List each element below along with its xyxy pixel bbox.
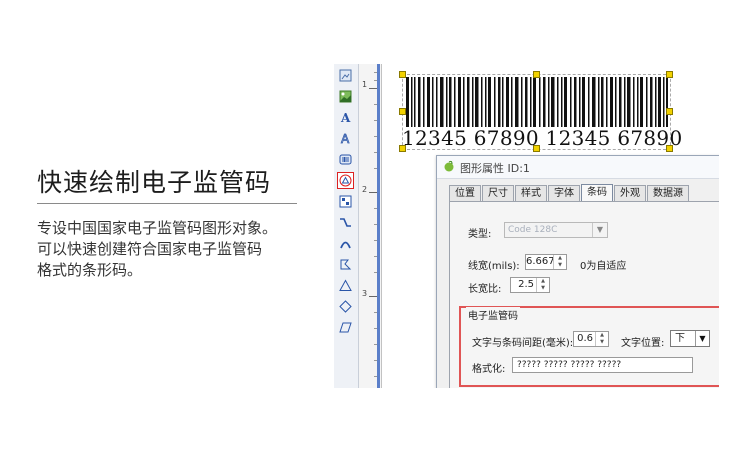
qrcode-icon[interactable] <box>337 193 354 210</box>
spinner-arrows-icon[interactable]: ▲ ▼ <box>553 255 566 269</box>
linewidth-spinner[interactable]: 6.667 ▲ ▼ <box>525 254 567 270</box>
dialog-title: 图形属性 ID:1 <box>460 162 530 175</box>
chevron-down-icon: ▼ <box>592 223 607 237</box>
svg-text:A: A <box>341 132 350 145</box>
selection-handle[interactable] <box>399 71 406 78</box>
property-tabs: 位置 尺寸 样式 字体 条码 外观 数据源 <box>449 184 690 202</box>
type-label: 类型: <box>468 229 492 240</box>
diamond-icon[interactable] <box>337 298 354 315</box>
design-canvas[interactable]: 12345 67890 12345 67890 图形属性 ID:1 ✕ 位置 尺… <box>382 64 719 388</box>
selection-handle[interactable] <box>666 71 673 78</box>
margin-guide <box>377 64 380 388</box>
ratio-value: 2.5 <box>518 279 534 290</box>
tab-size[interactable]: 尺寸 <box>482 185 514 202</box>
description: 专设中国国家电子监管码图形对象。 可以快速创建符合国家电子监管码 格式的条形码。 <box>37 218 322 281</box>
description-line: 格式的条形码。 <box>37 261 143 279</box>
linewidth-value: 6.667 <box>526 256 555 267</box>
polyline-icon[interactable] <box>337 256 354 273</box>
description-line: 专设中国国家电子监管码图形对象。 <box>37 219 278 237</box>
triangle-icon[interactable] <box>337 277 354 294</box>
selection-handle[interactable] <box>399 108 406 115</box>
textpos-label: 文字位置: <box>621 338 665 349</box>
textpos-select[interactable]: 下 ▼ <box>670 330 710 347</box>
ratio-spinner[interactable]: 2.5 ▲ ▼ <box>510 277 550 293</box>
arc-icon[interactable] <box>337 235 354 252</box>
type-select-value: Code 128C <box>508 225 558 235</box>
parallelogram-icon[interactable] <box>337 319 354 336</box>
tab-barcode[interactable]: 条码 <box>581 184 613 202</box>
image-frame-icon[interactable] <box>337 67 354 84</box>
selection-handle[interactable] <box>666 108 673 115</box>
supervision-code-icon[interactable] <box>337 172 354 189</box>
linewidth-label: 线宽(mils): <box>468 261 520 272</box>
tab-appearance[interactable]: 外观 <box>614 185 646 202</box>
tab-datasource[interactable]: 数据源 <box>647 185 689 202</box>
drawing-toolbar: A A <box>334 64 359 388</box>
barcode-bars <box>406 77 668 127</box>
dialog-titlebar[interactable]: 图形属性 ID:1 ✕ <box>437 156 719 179</box>
label-designer-window: A A 1 2 3 12345 67890 12345 67890 图形属性 I… <box>334 64 719 388</box>
format-value: ????? ????? ????? ????? <box>517 360 622 370</box>
chevron-down-icon: ▼ <box>695 331 709 346</box>
spinner-arrows-icon[interactable]: ▲ ▼ <box>595 332 608 346</box>
headline: 快速绘制电子监管码 <box>37 168 272 197</box>
tab-position[interactable]: 位置 <box>449 185 481 202</box>
type-select[interactable]: Code 128C ▼ <box>504 222 608 238</box>
linewidth-hint: 0为自适应 <box>580 261 627 272</box>
format-label: 格式化: <box>472 364 506 375</box>
textpos-value: 下 <box>675 333 685 344</box>
barcode-human-readable-text: 12345 67890 12345 67890 <box>402 126 683 150</box>
text-icon[interactable]: A <box>337 109 354 126</box>
tab-font[interactable]: 字体 <box>548 185 580 202</box>
line-icon[interactable] <box>337 214 354 231</box>
group-title: 电子监管码 <box>466 307 520 322</box>
picture-icon[interactable] <box>337 88 354 105</box>
selection-handle[interactable] <box>533 71 540 78</box>
barcode-icon[interactable] <box>337 151 354 168</box>
spinner-arrows-icon[interactable]: ▲ ▼ <box>536 278 549 292</box>
ruler-label: 2 <box>362 185 368 194</box>
tab-style[interactable]: 样式 <box>515 185 547 202</box>
description-line: 可以快速创建符合国家电子监管码 <box>37 240 263 258</box>
spacing-label: 文字与条码间距(毫米): <box>472 338 574 349</box>
ruler-label: 1 <box>362 80 368 89</box>
ruler-label: 3 <box>362 289 368 298</box>
spacing-spinner[interactable]: 0.6 ▲ ▼ <box>573 331 609 347</box>
app-leaf-icon <box>444 160 454 172</box>
headline-divider <box>37 203 297 204</box>
outline-text-icon[interactable]: A <box>337 130 354 147</box>
spacing-value: 0.6 <box>577 333 593 344</box>
svg-text:A: A <box>340 111 351 124</box>
format-input[interactable]: ????? ????? ????? ????? <box>512 357 693 373</box>
ratio-label: 长宽比: <box>468 284 502 295</box>
properties-dialog: 图形属性 ID:1 ✕ 位置 尺寸 样式 字体 条码 外观 数据源 类型: Co… <box>436 155 719 388</box>
